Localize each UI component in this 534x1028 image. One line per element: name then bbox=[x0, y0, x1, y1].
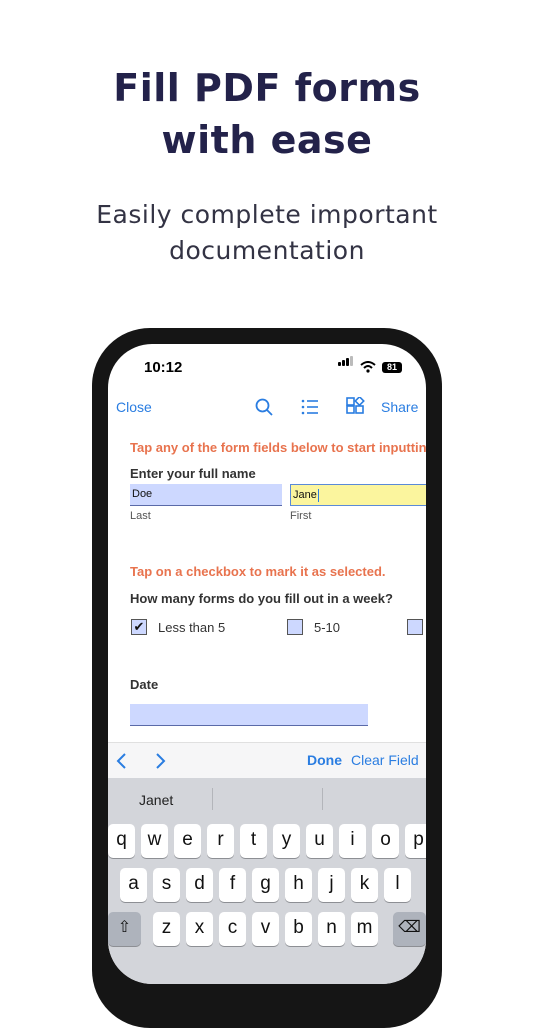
key-t[interactable]: t bbox=[240, 824, 267, 858]
delete-icon[interactable]: ⌫ bbox=[393, 912, 426, 946]
suggestion-divider bbox=[322, 788, 323, 810]
key-b[interactable]: b bbox=[285, 912, 312, 946]
key-c[interactable]: c bbox=[219, 912, 246, 946]
key-g[interactable]: g bbox=[252, 868, 279, 902]
key-x[interactable]: x bbox=[186, 912, 213, 946]
first-name-field[interactable]: Jane bbox=[290, 484, 426, 506]
last-name-caption: Last bbox=[130, 510, 151, 522]
shift-icon[interactable]: ⇧ bbox=[108, 912, 141, 946]
key-a[interactable]: a bbox=[120, 868, 147, 902]
thumbnails-grid-icon[interactable] bbox=[346, 397, 365, 416]
pdf-document: Tap any of the form fields below to star… bbox=[108, 428, 426, 740]
key-w[interactable]: w bbox=[141, 824, 168, 858]
suggestion-1[interactable]: Janet bbox=[139, 792, 173, 808]
headline-line-2: with ease bbox=[161, 118, 373, 162]
suggestion-divider bbox=[212, 788, 213, 810]
chevron-right-icon[interactable] bbox=[154, 753, 166, 769]
key-k[interactable]: k bbox=[351, 868, 378, 902]
first-name-value: Jane bbox=[293, 489, 317, 501]
checkbox-less-than-5[interactable]: ✔ bbox=[131, 619, 147, 635]
option-label-less-than-5: Less than 5 bbox=[158, 620, 226, 635]
first-name-caption: First bbox=[290, 510, 312, 522]
key-v[interactable]: v bbox=[252, 912, 279, 946]
checkbox-instruction: Tap on a checkbox to mark it as selected… bbox=[130, 564, 386, 579]
key-s[interactable]: s bbox=[153, 868, 180, 902]
last-name-field[interactable]: Doe bbox=[130, 484, 282, 506]
clear-field-button[interactable]: Clear Field bbox=[351, 752, 419, 768]
subheadline: Easily complete important documentation bbox=[0, 197, 534, 269]
key-i[interactable]: i bbox=[339, 824, 366, 858]
subheadline-line-1: Easily complete important bbox=[96, 200, 438, 229]
done-button[interactable]: Done bbox=[307, 752, 342, 768]
text-caret bbox=[317, 488, 319, 502]
subheadline-line-2: documentation bbox=[169, 236, 365, 265]
key-z[interactable]: z bbox=[153, 912, 180, 946]
key-u[interactable]: u bbox=[306, 824, 333, 858]
search-icon[interactable] bbox=[255, 398, 273, 416]
battery-indicator: 81 bbox=[382, 362, 402, 373]
key-r[interactable]: r bbox=[207, 824, 234, 858]
outline-list-icon[interactable] bbox=[301, 399, 319, 415]
question-label: How many forms do you fill out in a week… bbox=[130, 591, 393, 606]
share-button[interactable]: Share bbox=[381, 399, 418, 415]
date-label: Date bbox=[130, 677, 159, 692]
chevron-left-icon[interactable] bbox=[116, 753, 128, 769]
key-h[interactable]: h bbox=[285, 868, 312, 902]
key-n[interactable]: n bbox=[318, 912, 345, 946]
key-f[interactable]: f bbox=[219, 868, 246, 902]
headline-line-1: Fill PDF forms bbox=[113, 66, 421, 110]
key-e[interactable]: e bbox=[174, 824, 201, 858]
key-p[interactable]: p bbox=[405, 824, 426, 858]
key-d[interactable]: d bbox=[186, 868, 213, 902]
option-label-5-10: 5-10 bbox=[314, 620, 341, 635]
key-q[interactable]: q bbox=[108, 824, 135, 858]
key-o[interactable]: o bbox=[372, 824, 399, 858]
form-accessory-bar: Done Clear Field bbox=[108, 742, 426, 779]
keyboard: Janet q w e r t y u i o p a s d f g h j … bbox=[108, 778, 426, 984]
key-m[interactable]: m bbox=[351, 912, 378, 946]
key-j[interactable]: j bbox=[318, 868, 345, 902]
phone-screen: 10:12 81 Close Share Tap any of the form… bbox=[108, 344, 426, 984]
status-time: 10:12 bbox=[144, 359, 183, 376]
close-button[interactable]: Close bbox=[116, 399, 152, 415]
date-field[interactable] bbox=[130, 704, 368, 726]
checkbox-more[interactable] bbox=[407, 619, 423, 635]
headline: Fill PDF forms with ease bbox=[0, 62, 534, 166]
wifi-icon bbox=[360, 361, 376, 373]
key-y[interactable]: y bbox=[273, 824, 300, 858]
checkbox-5-10[interactable] bbox=[287, 619, 303, 635]
key-l[interactable]: l bbox=[384, 868, 411, 902]
instruction-text: Tap any of the form fields below to star… bbox=[130, 440, 426, 455]
name-label: Enter your full name bbox=[130, 466, 256, 481]
